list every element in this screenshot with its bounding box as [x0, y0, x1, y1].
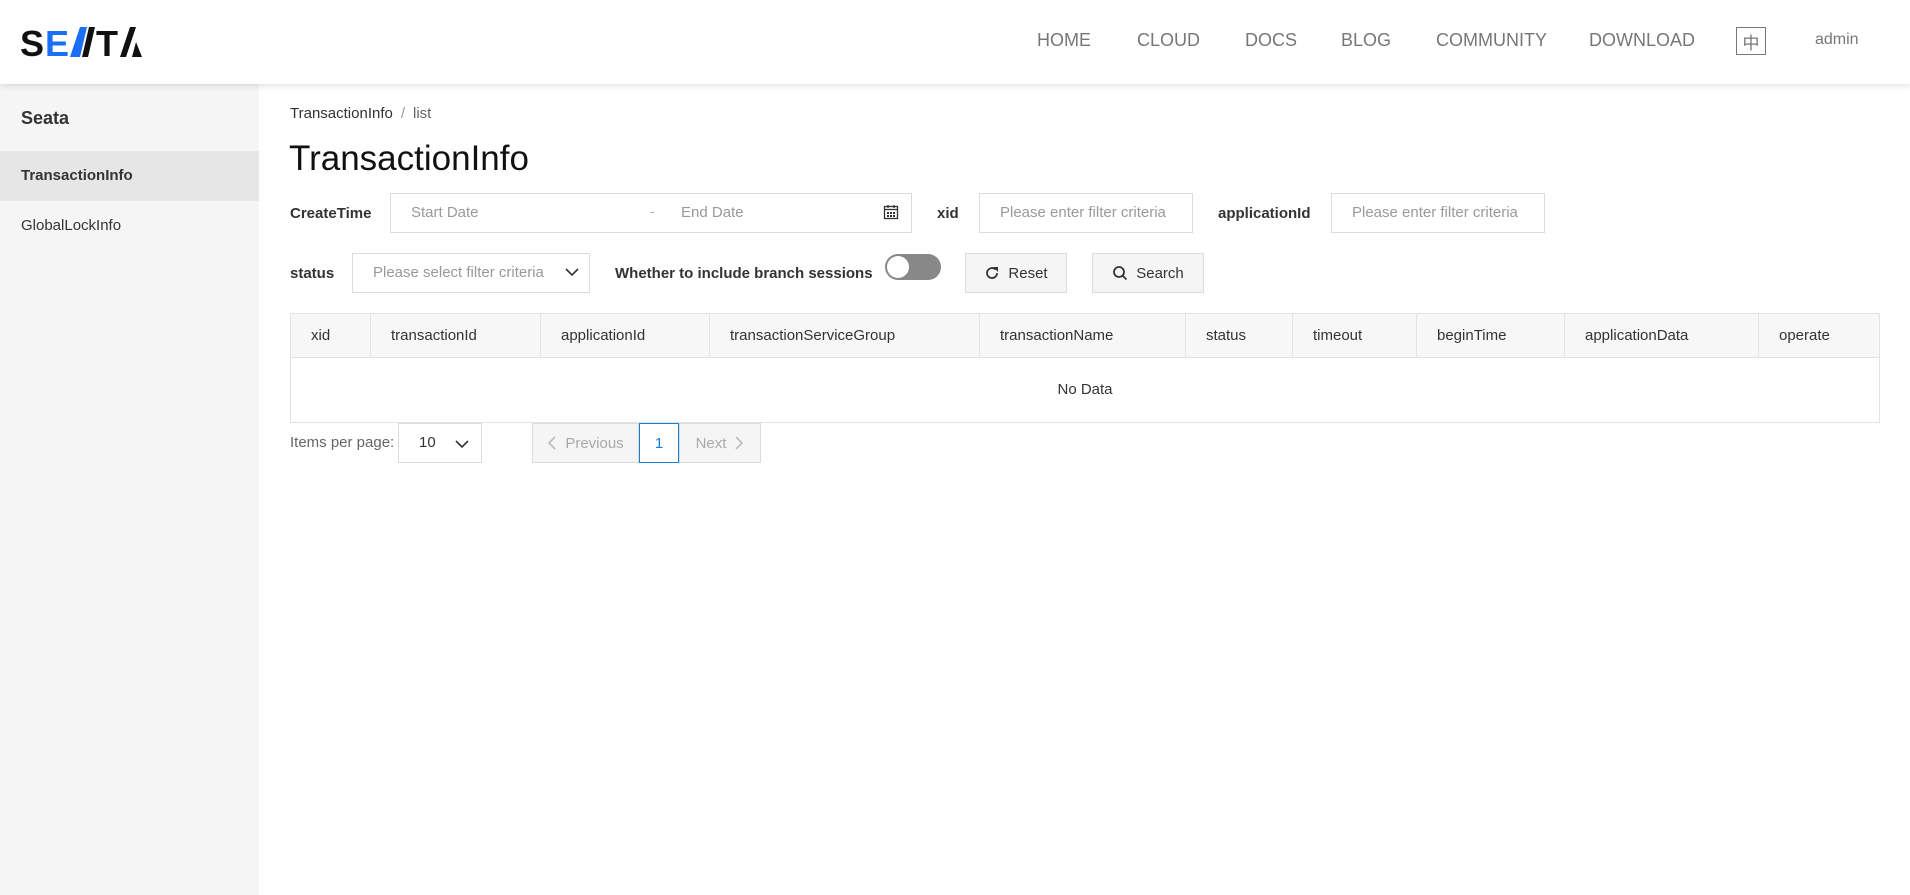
language-switch-button[interactable]: 中: [1736, 27, 1766, 55]
status-label: status: [290, 265, 335, 282]
end-date-input[interactable]: End Date: [681, 204, 744, 221]
reset-button-label: Reset: [1008, 264, 1048, 282]
seata-logo[interactable]: S E T: [20, 26, 142, 60]
nav-community[interactable]: COMMUNITY: [1436, 30, 1547, 51]
applicationid-placeholder: Please enter filter criteria: [1352, 204, 1518, 221]
start-date-input[interactable]: Start Date: [411, 204, 479, 221]
previous-page-button[interactable]: Previous: [532, 423, 639, 463]
search-button[interactable]: Search: [1092, 253, 1204, 293]
column-header: applicationId: [541, 314, 710, 357]
page-title: TransactionInfo: [289, 139, 529, 178]
column-header: transactionId: [371, 314, 541, 357]
search-icon: [1113, 266, 1128, 281]
chevron-down-icon[interactable]: [564, 265, 580, 283]
seata-logo-graphic: S E T: [20, 26, 142, 58]
top-header: S E T HOME CLOUD DOCS BLOG COMMUNITY DOW…: [0, 0, 1910, 84]
svg-text:T: T: [96, 26, 118, 58]
branch-sessions-toggle[interactable]: [885, 254, 941, 280]
refresh-icon: [986, 267, 999, 279]
xid-label: xid: [937, 205, 959, 222]
chevron-left-icon: [548, 436, 556, 450]
table-header: xid transactionId applicationId transact…: [291, 314, 1879, 358]
column-header: transactionName: [980, 314, 1186, 357]
status-placeholder: Please select filter criteria: [373, 264, 544, 281]
items-per-page-value: 10: [419, 434, 436, 451]
date-range-separator: -: [650, 203, 655, 219]
pagination: Previous 1 Next: [532, 423, 761, 463]
nav-home[interactable]: HOME: [1037, 30, 1091, 51]
column-header: status: [1186, 314, 1293, 357]
toggle-knob: [887, 256, 909, 278]
sidebar-item-transactioninfo[interactable]: TransactionInfo: [0, 151, 259, 201]
search-button-label: Search: [1136, 264, 1184, 282]
previous-page-label: Previous: [565, 434, 624, 452]
svg-text:E: E: [45, 26, 69, 58]
sidebar-title: Seata: [21, 108, 70, 128]
breadcrumb: TransactionInfo / list: [290, 105, 431, 122]
breadcrumb-separator: /: [400, 105, 406, 122]
svg-text:S: S: [20, 26, 45, 58]
column-header: xid: [291, 314, 371, 357]
column-header: applicationData: [1565, 314, 1759, 357]
breadcrumb-root[interactable]: TransactionInfo: [290, 105, 393, 122]
xid-placeholder: Please enter filter criteria: [1000, 204, 1166, 221]
branch-sessions-label: Whether to include branch sessions: [615, 265, 873, 282]
createtime-label: CreateTime: [290, 205, 372, 222]
empty-table-message: No Data: [1057, 381, 1113, 398]
items-per-page-label: Items per page:: [290, 434, 395, 451]
column-header: beginTime: [1417, 314, 1565, 357]
nav-blog[interactable]: BLOG: [1341, 30, 1391, 51]
column-header: operate: [1779, 327, 1830, 344]
sidebar-item-globallockinfo[interactable]: GlobalLockInfo: [0, 201, 259, 251]
transaction-table: xid transactionId applicationId transact…: [290, 313, 1880, 423]
sidebar: Seata TransactionInfo GlobalLockInfo: [0, 84, 259, 895]
calendar-icon[interactable]: [883, 204, 899, 225]
applicationid-label: applicationId: [1218, 205, 1311, 222]
nav-docs[interactable]: DOCS: [1245, 30, 1297, 51]
next-page-button[interactable]: Next: [679, 423, 761, 463]
breadcrumb-current: list: [413, 105, 432, 122]
column-header: transactionServiceGroup: [710, 314, 980, 357]
nav-cloud[interactable]: CLOUD: [1137, 30, 1200, 51]
column-header: timeout: [1293, 314, 1417, 357]
next-page-label: Next: [695, 434, 727, 452]
user-name[interactable]: admin: [1815, 31, 1859, 49]
items-per-page-select[interactable]: 10: [398, 423, 482, 463]
chevron-right-icon: [735, 436, 744, 450]
page-number-button[interactable]: 1: [639, 423, 679, 463]
reset-button[interactable]: Reset: [965, 253, 1067, 293]
nav-download[interactable]: DOWNLOAD: [1589, 30, 1695, 51]
chevron-down-icon: [454, 437, 470, 455]
